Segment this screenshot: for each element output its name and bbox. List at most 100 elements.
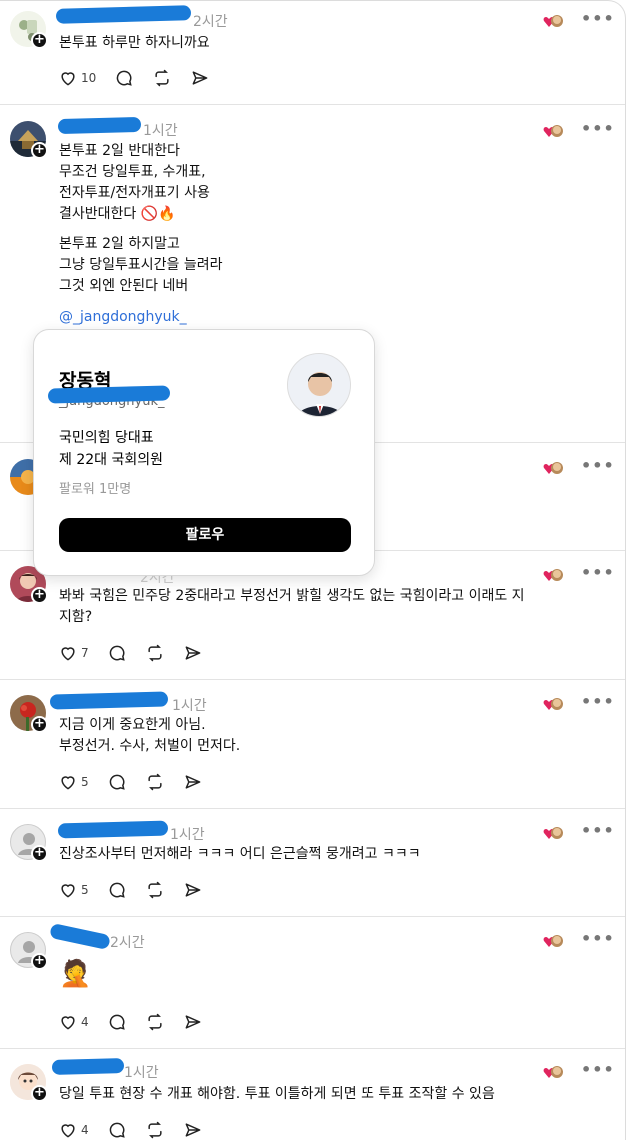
liked-by-icon: [543, 935, 563, 947]
like-button[interactable]: 7: [58, 643, 89, 663]
heart-icon: [61, 1016, 75, 1030]
follow-plus-icon[interactable]: +: [31, 716, 48, 733]
share-icon: [192, 71, 208, 85]
share-icon: [185, 883, 201, 897]
heart-icon: [61, 884, 75, 898]
profile-hover-card: 장동혁 _jangdonghyuk_ 국민의힘 당대표 제 22대 국회의원 팔…: [33, 329, 375, 576]
like-count: 7: [81, 646, 89, 660]
profile-photo: [287, 353, 351, 417]
post-8: + 1시간 ••• 당일 투표 현장 수 개표 해야함. 투표 이틀하게 되면 …: [0, 1049, 625, 1140]
comment-icon: [116, 70, 132, 86]
comment-icon: [109, 1122, 125, 1138]
redacted-username: [51, 1058, 125, 1075]
share-button[interactable]: [183, 1012, 203, 1032]
repost-button[interactable]: [152, 68, 172, 88]
repost-button[interactable]: [145, 880, 165, 900]
like-count: 10: [81, 71, 97, 85]
comment-button[interactable]: [114, 68, 134, 88]
post-time: 1시간: [143, 123, 178, 139]
heart-icon: [61, 647, 75, 661]
follow-button[interactable]: 팔로우: [59, 518, 351, 552]
post-actions: 10: [58, 68, 228, 88]
follow-plus-icon[interactable]: +: [31, 845, 48, 862]
post-text: 🤦: [59, 959, 92, 989]
share-icon: [185, 1015, 201, 1029]
like-count: 5: [81, 883, 89, 897]
liked-by-icon: [543, 827, 563, 839]
more-icon[interactable]: •••: [581, 456, 615, 475]
liked-by-icon: [543, 462, 563, 474]
like-count: 4: [81, 1015, 89, 1029]
share-button[interactable]: [183, 880, 203, 900]
post-actions: 7: [58, 643, 221, 663]
repost-button[interactable]: [145, 1012, 165, 1032]
repost-button[interactable]: [145, 772, 165, 792]
comment-icon: [109, 774, 125, 790]
post-actions: 5: [58, 772, 221, 792]
heart-icon: [61, 776, 75, 790]
post-time: 1시간: [124, 1065, 159, 1081]
follow-plus-icon[interactable]: +: [31, 142, 48, 159]
comment-icon: [109, 882, 125, 898]
repost-icon: [155, 69, 169, 87]
like-button[interactable]: 5: [58, 880, 89, 900]
repost-icon: [148, 1013, 162, 1031]
share-button[interactable]: [183, 1120, 203, 1140]
like-count: 4: [81, 1123, 89, 1137]
repost-button[interactable]: [145, 643, 165, 663]
mention-link[interactable]: @_jangdonghyuk_: [59, 309, 187, 325]
share-icon: [185, 775, 201, 789]
like-button[interactable]: 4: [58, 1012, 89, 1032]
post-text: 본투표 2일 반대한다 무조건 당일투표, 수개표, 전자투표/전자개표기 사용…: [59, 143, 210, 222]
comment-button[interactable]: [107, 1120, 127, 1140]
comment-button[interactable]: [107, 880, 127, 900]
share-icon: [185, 646, 201, 660]
follower-count: 팔로워 1만명: [59, 482, 132, 497]
follow-plus-icon[interactable]: +: [31, 953, 48, 970]
liked-by-icon: [543, 1066, 563, 1078]
post-text: 진상조사부터 먼저해라 ㅋㅋㅋ 어디 은근슬쩍 뭉개려고 ㅋㅋㅋ: [59, 846, 421, 862]
comment-button[interactable]: [107, 643, 127, 663]
post-time: 2시간: [193, 14, 228, 30]
redacted-username: [57, 116, 142, 135]
share-button[interactable]: [190, 68, 210, 88]
comment-icon: [109, 1014, 125, 1030]
redacted-username: [49, 922, 111, 951]
like-button[interactable]: 10: [58, 68, 96, 88]
post-text: 당일 투표 현장 수 개표 해야함. 투표 이틀하게 되면 또 투표 조작할 수…: [59, 1086, 495, 1102]
like-button[interactable]: 4: [58, 1120, 89, 1140]
heart-icon: [61, 1124, 75, 1138]
more-icon[interactable]: •••: [581, 9, 615, 28]
repost-icon: [148, 1121, 162, 1139]
share-button[interactable]: [183, 772, 203, 792]
follow-plus-icon[interactable]: +: [31, 587, 48, 604]
more-icon[interactable]: •••: [581, 821, 615, 840]
redacted-username: [49, 691, 169, 710]
more-icon[interactable]: •••: [581, 929, 615, 948]
comment-button[interactable]: [107, 1012, 127, 1032]
repost-icon: [148, 644, 162, 662]
profile-bio: 국민의힘 당대표 제 22대 국회의원: [59, 430, 163, 468]
like-button[interactable]: 5: [58, 772, 89, 792]
comment-icon: [109, 645, 125, 661]
follow-plus-icon[interactable]: +: [31, 1085, 48, 1102]
comment-button[interactable]: [107, 772, 127, 792]
redacted-username: [57, 820, 169, 839]
follow-plus-icon[interactable]: +: [31, 32, 48, 49]
more-icon[interactable]: •••: [581, 119, 615, 138]
repost-icon: [148, 881, 162, 899]
more-icon[interactable]: •••: [581, 692, 615, 711]
liked-by-icon: [543, 698, 563, 710]
post-time: 1시간: [170, 827, 205, 843]
post-5: + 1시간 ••• 지금 이게 중요한게 아님. 부정선거. 수사, 처벌이 먼…: [0, 680, 625, 809]
post-text-paragraph-2: 본투표 2일 하지말고 그냥 당일투표시간을 늘려라 그것 외엔 안된다 네버: [59, 236, 223, 294]
post-6: + 1시간 ••• 진상조사부터 먼저해라 ㅋㅋㅋ 어디 은근슬쩍 뭉개려고 ㅋ…: [0, 809, 625, 917]
post-7: + 2시간 ••• 🤦 4: [0, 917, 625, 1049]
liked-by-icon: [543, 569, 563, 581]
post-actions: 4: [58, 1120, 221, 1140]
share-button[interactable]: [183, 643, 203, 663]
repost-button[interactable]: [145, 1120, 165, 1140]
more-icon[interactable]: •••: [581, 563, 615, 582]
more-icon[interactable]: •••: [581, 1060, 615, 1079]
redacted-username: [55, 5, 192, 24]
